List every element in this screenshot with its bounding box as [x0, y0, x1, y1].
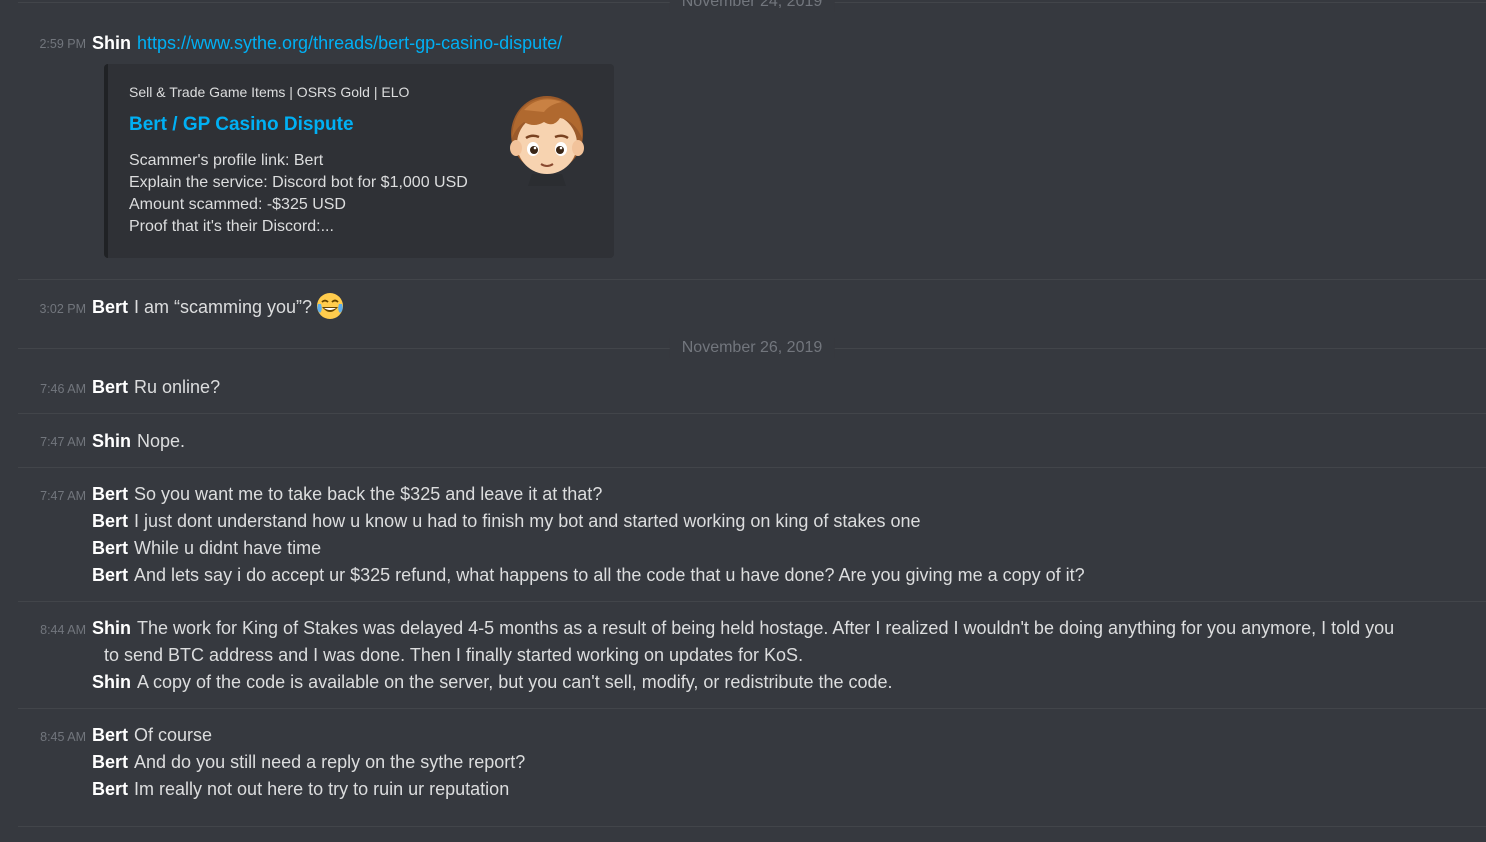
- message-text: While u didnt have time: [134, 538, 322, 558]
- message-author[interactable]: Bert: [92, 297, 128, 317]
- message-text: Of course: [134, 725, 213, 745]
- message: Bert And lets say i do accept ur $325 ref…: [92, 562, 1446, 589]
- message-timestamp: 8:44 AM: [40, 623, 86, 637]
- message-text: And lets say i do accept ur $325 refund,…: [134, 565, 1085, 585]
- message-author[interactable]: Bert: [92, 538, 128, 558]
- message-author[interactable]: Shin: [92, 672, 131, 692]
- message-author[interactable]: Bert: [92, 484, 128, 504]
- message-timestamp: 3:02 PM: [39, 302, 86, 316]
- date-divider-label: November 26, 2019: [669, 338, 835, 358]
- message: Shin The work for King of Stakes was dela…: [92, 615, 1446, 642]
- message-author[interactable]: Shin: [92, 33, 131, 53]
- message-timestamp: 8:45 AM: [40, 730, 86, 744]
- message-text: to send BTC address and I was done. Then…: [104, 645, 804, 665]
- message-divider: [18, 826, 1486, 827]
- message-divider: [18, 413, 1486, 414]
- message-author[interactable]: Shin: [92, 431, 131, 451]
- message-author[interactable]: Bert: [92, 752, 128, 772]
- message: Bert I just dont understand how u know u …: [92, 508, 1446, 535]
- embed-desc-line: Proof that it's their Discord:...: [129, 218, 334, 235]
- message-text: I am “scamming you”?: [134, 297, 313, 317]
- message: Bert While u didnt have time: [92, 535, 1446, 562]
- message-text: A copy of the code is available on the s…: [137, 672, 893, 692]
- message-timestamp: 2:59 PM: [39, 37, 86, 51]
- message-text: I just dont understand how u know u had …: [134, 511, 921, 531]
- message-continuation: to send BTC address and I was done. Then…: [104, 642, 1446, 669]
- message: Shin Nope.: [92, 428, 1446, 455]
- message-text: Im really not out here to try to ruin ur…: [134, 779, 510, 799]
- message-author[interactable]: Shin: [92, 618, 131, 638]
- message: Shin A copy of the code is available on t…: [92, 669, 1446, 696]
- embed-thumbnail-avatar-icon[interactable]: [504, 92, 590, 186]
- message-link[interactable]: https://www.sythe.org/threads/bert-gp-ca…: [137, 33, 562, 53]
- date-divider-top: November 24, 2019: [18, 0, 1486, 12]
- embed-title[interactable]: Bert / GP Casino Dispute: [129, 114, 354, 136]
- embed-desc-line: Amount scammed: -$325 USD: [129, 196, 346, 213]
- message: Bert Ru online?: [92, 374, 1446, 401]
- message-timestamp: 7:47 AM: [40, 489, 86, 503]
- message: Bert And do you still need a reply on the…: [92, 749, 1446, 776]
- joy-emoji-icon: [317, 293, 344, 320]
- message-timestamp: 7:46 AM: [40, 382, 86, 396]
- message-text: So you want me to take back the $325 and…: [134, 484, 603, 504]
- message-author[interactable]: Bert: [92, 511, 128, 531]
- embed-desc-line: Scammer's profile link: Bert: [129, 152, 324, 169]
- embed-description: Scammer's profile link: Bert Explain the…: [129, 150, 468, 238]
- message-divider: [18, 279, 1486, 280]
- message-divider: [18, 467, 1486, 468]
- message-text: And do you still need a reply on the syt…: [134, 752, 526, 772]
- message-author[interactable]: Bert: [92, 565, 128, 585]
- message-author[interactable]: Bert: [92, 725, 128, 745]
- embed-desc-line: Explain the service: Discord bot for $1,…: [129, 174, 468, 191]
- message-author[interactable]: Bert: [92, 377, 128, 397]
- message: Bert Of course: [92, 722, 1446, 749]
- message-text: Ru online?: [134, 377, 221, 397]
- message-text: The work for King of Stakes was delayed …: [137, 618, 1395, 638]
- message-text: Nope.: [137, 431, 186, 451]
- date-divider-label: November 24, 2019: [669, 0, 835, 12]
- message: Shin https://www.sythe.org/threads/bert-g…: [92, 30, 1446, 57]
- message-divider: [18, 601, 1486, 602]
- message: Bert I am “scamming you”?: [92, 293, 1446, 321]
- link-embed: Sell & Trade Game Items | OSRS Gold | EL…: [104, 64, 614, 258]
- message: Bert So you want me to take back the $325…: [92, 481, 1446, 508]
- message-author[interactable]: Bert: [92, 779, 128, 799]
- chat-messages: November 24, 2019 2:59 PM Shin https://ww…: [0, 0, 1486, 842]
- message-timestamp: 7:47 AM: [40, 435, 86, 449]
- message: Bert Im really not out here to try to rui…: [92, 776, 1446, 803]
- message-divider: [18, 708, 1486, 709]
- embed-provider[interactable]: Sell & Trade Game Items | OSRS Gold | EL…: [129, 84, 409, 100]
- date-divider: November 26, 2019: [18, 338, 1486, 358]
